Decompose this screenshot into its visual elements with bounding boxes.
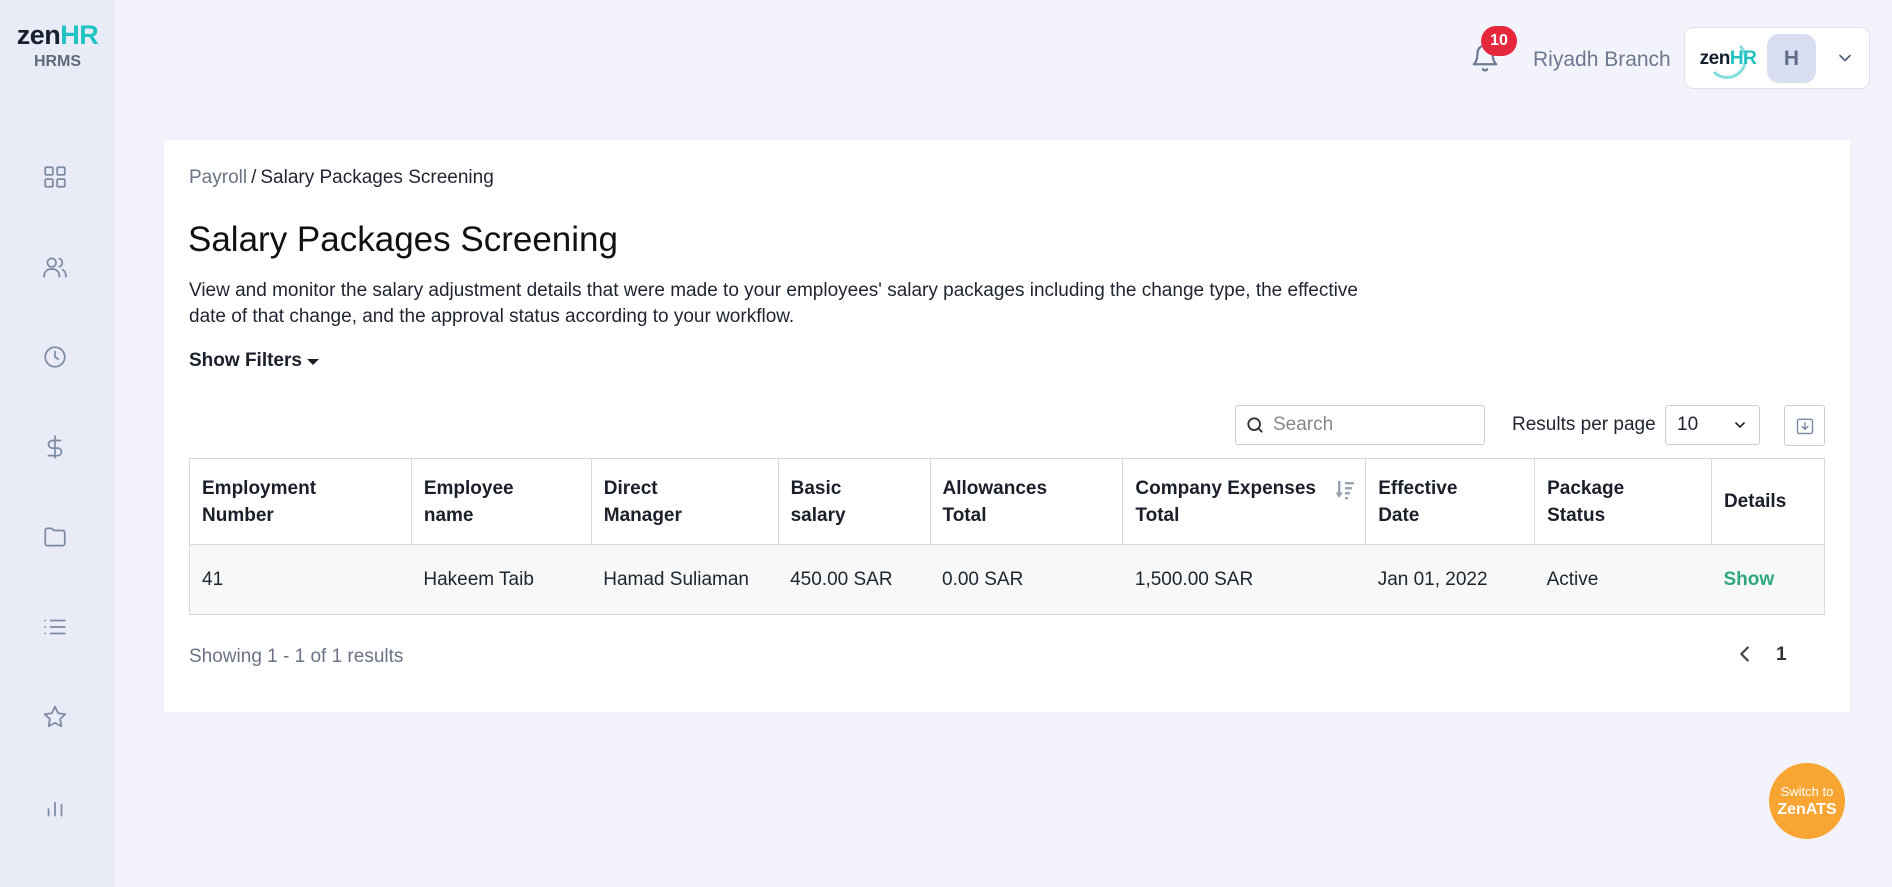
caret-down-icon: [306, 359, 319, 365]
avatar: H: [1767, 34, 1816, 83]
breadcrumb-payroll[interactable]: Payroll: [189, 167, 247, 188]
results-per-page-select[interactable]: 10: [1665, 405, 1760, 445]
cell-details: Show: [1711, 544, 1826, 615]
sidebar: zenHR HRMS: [0, 0, 115, 887]
star-icon: [43, 705, 67, 728]
sidebar-item-performance[interactable]: [37, 699, 73, 735]
sort-descending-icon[interactable]: [1335, 479, 1355, 501]
column-effective-date[interactable]: Effective Date: [1365, 458, 1536, 545]
cell-employment-number: 41: [189, 544, 412, 615]
switch-to-zenats-button[interactable]: Switch to ZenATS: [1769, 763, 1845, 839]
sidebar-item-employees[interactable]: [37, 249, 73, 285]
cell-direct-manager: Hamad Suliaman: [591, 544, 779, 615]
cell-allowances-total: 0.00 SAR: [930, 544, 1123, 615]
pagination-previous-button[interactable]: [1734, 642, 1758, 668]
branch-selector[interactable]: Riyadh Branch: [1533, 48, 1671, 72]
people-icon: [43, 257, 67, 278]
page-title: Salary Packages Screening: [188, 220, 618, 259]
column-employee-name[interactable]: Employee name: [410, 458, 592, 545]
sidebar-item-documents[interactable]: [37, 519, 73, 555]
folder-icon: [44, 527, 66, 547]
column-details: Details: [1710, 458, 1826, 545]
sidebar-item-requests[interactable]: [37, 609, 73, 645]
column-company-expenses-total[interactable]: Company Expenses Total: [1122, 458, 1367, 545]
cell-company-expenses-total: 1,500.00 SAR: [1122, 544, 1366, 615]
column-basic-salary[interactable]: Basic salary: [777, 458, 931, 545]
page-description: View and monitor the salary adjustment d…: [189, 280, 1358, 327]
show-filters-toggle[interactable]: Show Filters: [189, 350, 319, 372]
sidebar-item-attendance[interactable]: [37, 339, 73, 375]
salary-packages-table: Employment Number Employee name Direct Mana…: [189, 458, 1826, 615]
export-button[interactable]: [1784, 405, 1825, 446]
column-employment-number[interactable]: Employment Number: [189, 458, 412, 545]
clock-icon: [44, 346, 66, 368]
cell-basic-salary: 450.00 SAR: [778, 544, 930, 615]
cell-effective-date: Jan 01, 2022: [1365, 544, 1535, 615]
column-allowances-total[interactable]: Allowances Total: [929, 458, 1124, 545]
sidebar-item-dashboard[interactable]: [37, 159, 73, 195]
column-package-status[interactable]: Package Status: [1534, 458, 1712, 545]
notification-count-badge: 10: [1481, 26, 1517, 56]
account-menu[interactable]: zenHR H: [1684, 27, 1870, 89]
results-per-page-label: Results per page: [1512, 414, 1656, 435]
main-card: Payroll / Salary Packages Screening Salary…: [164, 140, 1850, 712]
sidebar-item-payroll[interactable]: [37, 429, 73, 465]
breadcrumb-current: Salary Packages Screening: [260, 167, 494, 188]
company-logo: zenHR: [1695, 36, 1761, 82]
list-icon: [44, 619, 66, 635]
app-logo[interactable]: zenHR HRMS: [0, 20, 115, 71]
search-box: [1235, 405, 1485, 445]
download-icon: [1796, 418, 1813, 434]
cell-package-status: Active: [1534, 544, 1712, 615]
chevron-down-icon: [1735, 422, 1745, 428]
pagination-page-1[interactable]: 1: [1776, 644, 1787, 666]
dollar-icon: [47, 435, 63, 459]
table-header-row: Employment Number Employee name Direct Mana…: [189, 458, 1826, 545]
chevron-left-icon: [1740, 646, 1749, 662]
bar-chart-icon: [47, 801, 63, 817]
search-input[interactable]: [1273, 414, 1473, 436]
app-subtitle: HRMS: [33, 53, 82, 70]
chevron-down-icon[interactable]: [1835, 48, 1857, 70]
show-details-link[interactable]: Show: [1723, 569, 1774, 590]
search-icon: [1247, 417, 1263, 433]
breadcrumb: Payroll / Salary Packages Screening: [189, 167, 494, 188]
results-summary: Showing 1 - 1 of 1 results: [189, 646, 404, 667]
table-row: 41 Hakeem Taib Hamad Suliaman 450.00 SAR…: [189, 544, 1826, 615]
sidebar-item-reports[interactable]: [37, 789, 73, 825]
cell-employee-name: Hakeem Taib: [411, 544, 592, 615]
dashboard-grid-icon: [44, 166, 66, 188]
column-direct-manager[interactable]: Direct Manager: [590, 458, 779, 545]
